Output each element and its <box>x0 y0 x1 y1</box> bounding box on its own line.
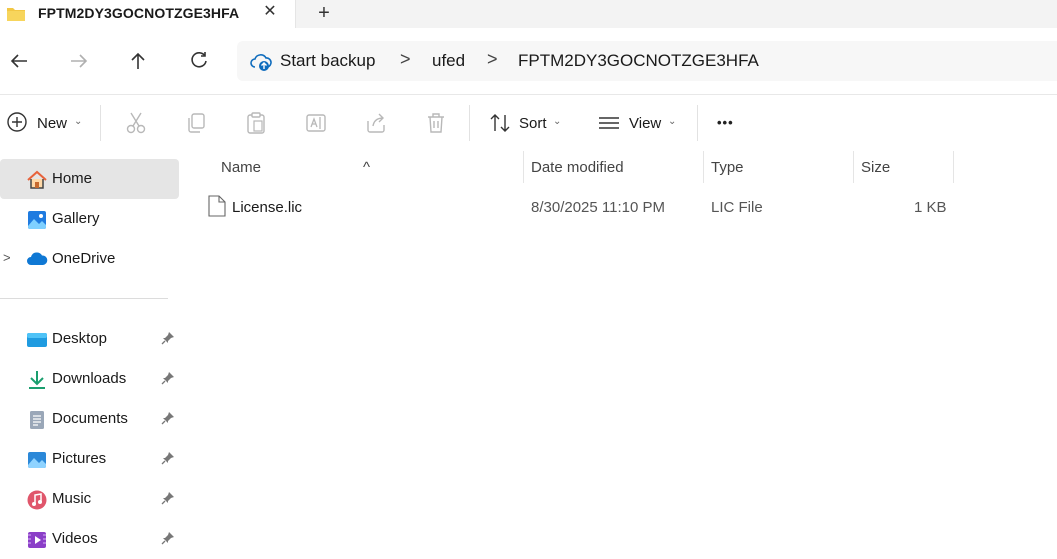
pin-icon[interactable] <box>161 491 175 510</box>
column-label: Type <box>711 159 744 176</box>
home-icon <box>26 169 47 189</box>
sidebar-item-gallery[interactable]: Gallery <box>0 199 179 239</box>
new-button[interactable]: New ⌄ <box>6 111 86 135</box>
table-row[interactable]: License.lic 8/30/2025 11:10 PM LIC File … <box>202 192 962 222</box>
pin-icon[interactable] <box>161 451 175 470</box>
new-label: New <box>37 115 68 132</box>
desktop-icon <box>26 329 47 349</box>
sidebar-divider <box>0 298 168 299</box>
file-name: License.lic <box>232 199 303 216</box>
paste-icon[interactable] <box>245 111 267 135</box>
tab-bar: FPTM2DY3GOCNOTZGE3HFA ✕ + <box>0 0 1057 28</box>
refresh-icon[interactable] <box>187 49 211 73</box>
sort-ascending-icon: ^ <box>363 159 371 176</box>
forward-arrow-icon[interactable] <box>67 49 91 73</box>
column-label: Date modified <box>531 159 624 176</box>
tab-active[interactable]: FPTM2DY3GOCNOTZGE3HFA ✕ <box>0 0 296 28</box>
delete-icon[interactable] <box>425 111 447 135</box>
folder-icon <box>6 6 26 27</box>
sidebar-item-pictures[interactable]: Pictures <box>0 439 179 479</box>
view-label: View <box>629 115 662 132</box>
sort-arrows-icon <box>488 111 512 140</box>
chevron-down-icon: ⌄ <box>553 116 562 127</box>
sidebar-item-videos[interactable]: Videos <box>0 519 179 559</box>
sidebar-label: Pictures <box>52 450 107 467</box>
divider <box>469 105 470 141</box>
file-date-modified: 8/30/2025 11:10 PM <box>531 199 665 216</box>
videos-icon <box>26 529 46 549</box>
column-header-type[interactable]: Type <box>703 151 853 183</box>
sidebar-item-onedrive[interactable]: > OneDrive <box>0 239 179 279</box>
pictures-icon <box>26 449 46 469</box>
tab-title: FPTM2DY3GOCNOTZGE3HFA <box>38 5 240 21</box>
sidebar-label: Music <box>52 490 92 507</box>
breadcrumb-separator[interactable]: > <box>400 49 411 70</box>
chevron-right-icon[interactable]: > <box>3 250 11 265</box>
column-label: Size <box>861 159 891 176</box>
breadcrumb-current-folder[interactable]: FPTM2DY3GOCNOTZGE3HFA <box>518 51 759 71</box>
file-size: 1 KB <box>914 199 947 216</box>
back-arrow-icon[interactable] <box>7 49 31 73</box>
breadcrumb-start-backup[interactable]: Start backup <box>280 51 375 71</box>
close-tab-icon[interactable]: ✕ <box>260 2 280 22</box>
rename-icon[interactable] <box>305 111 327 135</box>
cloud-backup-icon <box>250 52 272 77</box>
onedrive-cloud-icon <box>26 249 48 269</box>
sort-label: Sort <box>519 115 547 132</box>
documents-icon <box>26 409 46 429</box>
pin-icon[interactable] <box>161 331 175 350</box>
pin-icon[interactable] <box>161 371 175 390</box>
sidebar-label: Desktop <box>52 330 108 347</box>
column-label: Name <box>221 159 262 176</box>
pin-icon[interactable] <box>161 411 175 430</box>
command-bar: New ⌄ Sort ⌄ View ⌄ ••• <box>0 95 1057 151</box>
copy-icon[interactable] <box>185 111 207 135</box>
chevron-down-icon: ⌄ <box>668 116 677 127</box>
sidebar-label: Downloads <box>52 370 127 387</box>
view-button[interactable]: View ⌄ <box>598 111 680 135</box>
sidebar-item-documents[interactable]: Documents <box>0 399 179 439</box>
sidebar-item-music[interactable]: Music <box>0 479 179 519</box>
sidebar-label: Videos <box>52 530 98 547</box>
chevron-down-icon: ⌄ <box>74 116 83 127</box>
up-arrow-icon[interactable] <box>126 49 150 73</box>
sidebar-label: OneDrive <box>52 250 116 267</box>
sidebar-label: Home <box>52 170 93 187</box>
share-icon[interactable] <box>365 111 387 135</box>
navigation-bar: Start backup > ufed > FPTM2DY3GOCNOTZGE3… <box>0 28 1057 95</box>
divider <box>100 105 101 141</box>
sidebar-item-desktop[interactable]: Desktop <box>0 319 179 359</box>
cut-icon[interactable] <box>125 111 147 135</box>
column-separator[interactable] <box>953 151 954 183</box>
navigation-pane: Home Gallery > OneDrive Desktop Download… <box>0 151 181 557</box>
sidebar-item-downloads[interactable]: Downloads <box>0 359 179 399</box>
sort-button[interactable]: Sort ⌄ <box>488 111 568 135</box>
gallery-icon <box>26 209 46 229</box>
column-header-date-modified[interactable]: Date modified <box>523 151 703 183</box>
pin-icon[interactable] <box>161 531 175 550</box>
view-list-icon <box>598 111 620 140</box>
plus-circle-icon <box>6 111 28 138</box>
breadcrumb-ufed[interactable]: ufed <box>432 51 465 71</box>
more-options-icon[interactable]: ••• <box>717 115 734 139</box>
sidebar-label: Documents <box>52 410 128 427</box>
sidebar-label: Gallery <box>52 210 100 227</box>
download-icon <box>26 369 46 389</box>
file-list: Name ^ Date modified Type Size License.l… <box>182 151 1057 557</box>
breadcrumb-separator[interactable]: > <box>487 49 498 70</box>
file-icon <box>208 195 226 222</box>
column-header-name[interactable]: Name ^ <box>213 151 523 183</box>
address-bar[interactable]: Start backup > ufed > FPTM2DY3GOCNOTZGE3… <box>237 41 1057 81</box>
divider <box>697 105 698 141</box>
column-header-size[interactable]: Size <box>853 151 953 183</box>
music-icon <box>26 489 47 510</box>
new-tab-button[interactable]: + <box>313 2 335 24</box>
sidebar-item-home[interactable]: Home <box>0 159 179 199</box>
file-type: LIC File <box>711 199 763 216</box>
